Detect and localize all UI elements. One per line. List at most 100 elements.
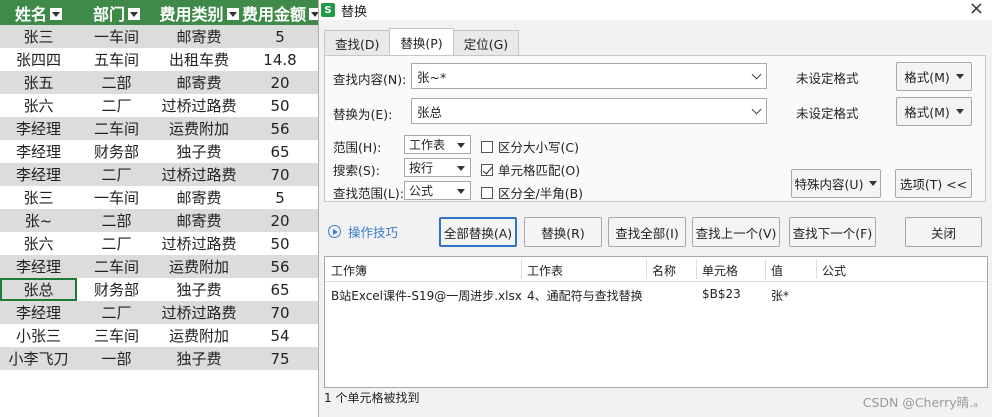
cell-category[interactable]: 邮寄费	[156, 186, 242, 209]
cell-name[interactable]: 张四四	[0, 48, 77, 71]
replace-all-button[interactable]: 全部替换(A)	[439, 217, 517, 247]
find-previous-button[interactable]: 查找上一个(V)	[692, 217, 780, 247]
tips-link[interactable]: 操作技巧	[328, 222, 398, 241]
col-workbook[interactable]: 工作簿	[331, 262, 367, 279]
cell-dept[interactable]: 一车间	[77, 25, 156, 48]
find-all-button[interactable]: 查找全部(I)	[608, 217, 686, 247]
header-cell-dept[interactable]: 部门	[77, 0, 156, 25]
cell-category[interactable]: 过桥过路费	[156, 94, 242, 117]
cell-name[interactable]: 张三	[0, 186, 77, 209]
cell-amount[interactable]: 56	[242, 117, 318, 140]
cell-category[interactable]: 邮寄费	[156, 71, 242, 94]
col-value[interactable]: 值	[771, 262, 783, 279]
dialog-titlebar[interactable]: S 替换 ×	[319, 0, 992, 20]
cell-name[interactable]: 小张三	[0, 324, 77, 347]
chevron-down-icon[interactable]	[751, 69, 762, 80]
special-content-button[interactable]: 特殊内容(U)	[791, 169, 881, 198]
find-format-button[interactable]: 格式(M)	[896, 62, 972, 91]
result-row[interactable]: B站Excel课件-S19@一周进步.xlsx 4、通配符与查找替换 $B$23…	[325, 282, 987, 304]
cell-dept[interactable]: 一部	[77, 347, 156, 370]
look-in-select[interactable]: 公式	[404, 181, 471, 200]
cell-dept[interactable]: 二车间	[77, 255, 156, 278]
cell-dept[interactable]: 二厂	[77, 163, 156, 186]
match-case-checkbox[interactable]: 区分大小写(C)	[481, 137, 579, 156]
cell-name[interactable]: 李经理	[0, 301, 77, 324]
cell-category[interactable]: 运费附加	[156, 255, 242, 278]
tab-goto[interactable]: 定位(G)	[452, 30, 520, 55]
filter-dropdown-icon[interactable]	[128, 8, 140, 20]
cell-amount[interactable]: 5	[242, 25, 318, 48]
cell-amount[interactable]: 75	[242, 347, 318, 370]
cell-amount[interactable]: 54	[242, 324, 318, 347]
cell-dept[interactable]: 三车间	[77, 324, 156, 347]
cell-dept[interactable]: 二厂	[77, 94, 156, 117]
cell-category[interactable]: 过桥过路费	[156, 163, 242, 186]
tab-find[interactable]: 查找(D)	[324, 30, 391, 55]
filter-dropdown-icon[interactable]	[50, 8, 62, 20]
cell-name[interactable]: 李经理	[0, 163, 77, 186]
cell-category[interactable]: 过桥过路费	[156, 301, 242, 324]
match-cell-checkbox[interactable]: 单元格匹配(O)	[481, 160, 580, 179]
cell-category[interactable]: 独子费	[156, 140, 242, 163]
cell-dept[interactable]: 二厂	[77, 301, 156, 324]
cell-category[interactable]: 独子费	[156, 278, 242, 301]
cell-dept[interactable]: 二厂	[77, 232, 156, 255]
chevron-down-icon[interactable]	[751, 104, 762, 115]
cell-amount[interactable]: 70	[242, 163, 318, 186]
cell-dept[interactable]: 财务部	[77, 278, 156, 301]
cell-dept[interactable]: 财务部	[77, 140, 156, 163]
cell-name[interactable]: 张三	[0, 25, 77, 48]
cell-amount[interactable]: 65	[242, 140, 318, 163]
cell-name[interactable]: 李经理	[0, 255, 77, 278]
replace-button[interactable]: 替换(R)	[524, 217, 602, 247]
cell-name[interactable]: 张六	[0, 232, 77, 255]
header-cell-amount[interactable]: 费用金额	[242, 0, 318, 25]
col-cell[interactable]: 单元格	[702, 262, 738, 279]
cell-amount[interactable]: 50	[242, 94, 318, 117]
cell-amount[interactable]: 50	[242, 232, 318, 255]
cell-category[interactable]: 邮寄费	[156, 209, 242, 232]
col-worksheet[interactable]: 工作表	[527, 262, 563, 279]
cell-amount[interactable]: 5	[242, 186, 318, 209]
cell-amount[interactable]: 14.8	[242, 48, 318, 71]
cell-category[interactable]: 邮寄费	[156, 25, 242, 48]
search-order-select[interactable]: 按行	[404, 158, 471, 177]
replace-format-button[interactable]: 格式(M)	[896, 97, 972, 126]
cell-name[interactable]: 张总	[0, 278, 77, 301]
cell-dept[interactable]: 二部	[77, 71, 156, 94]
replace-input[interactable]: 张总	[411, 98, 767, 124]
cell-amount[interactable]: 20	[242, 209, 318, 232]
cell-amount[interactable]: 70	[242, 301, 318, 324]
filter-dropdown-icon[interactable]	[309, 8, 318, 20]
find-next-button[interactable]: 查找下一个(F)	[789, 217, 876, 247]
cell-category[interactable]: 运费附加	[156, 324, 242, 347]
header-cell-name[interactable]: 姓名	[0, 0, 77, 25]
tab-replace[interactable]: 替换(P)	[389, 28, 454, 55]
options-toggle-button[interactable]: 选项(T) <<	[895, 169, 972, 198]
close-button[interactable]: 关闭	[905, 217, 982, 247]
col-name[interactable]: 名称	[652, 262, 676, 279]
cell-dept[interactable]: 五车间	[77, 48, 156, 71]
cell-name[interactable]: 张六	[0, 94, 77, 117]
cell-category[interactable]: 出租车费	[156, 48, 242, 71]
cell-name[interactable]: 张~	[0, 209, 77, 232]
cell-name[interactable]: 小李飞刀	[0, 347, 77, 370]
cell-name[interactable]: 张五	[0, 71, 77, 94]
cell-amount[interactable]: 56	[242, 255, 318, 278]
cell-name[interactable]: 李经理	[0, 117, 77, 140]
find-input[interactable]: 张~*	[411, 63, 767, 89]
cell-name[interactable]: 李经理	[0, 140, 77, 163]
cell-category[interactable]: 独子费	[156, 347, 242, 370]
cell-category[interactable]: 过桥过路费	[156, 232, 242, 255]
match-width-checkbox[interactable]: 区分全/半角(B)	[481, 183, 583, 202]
cell-category[interactable]: 运费附加	[156, 117, 242, 140]
close-icon[interactable]: ×	[969, 0, 984, 18]
header-cell-category[interactable]: 费用类别	[156, 0, 242, 25]
cell-dept[interactable]: 一车间	[77, 186, 156, 209]
cell-amount[interactable]: 65	[242, 278, 318, 301]
filter-dropdown-icon[interactable]	[226, 8, 239, 20]
cell-amount[interactable]: 20	[242, 71, 318, 94]
scope-select[interactable]: 工作表	[404, 135, 471, 154]
cell-dept[interactable]: 二部	[77, 209, 156, 232]
cell-dept[interactable]: 二车间	[77, 117, 156, 140]
